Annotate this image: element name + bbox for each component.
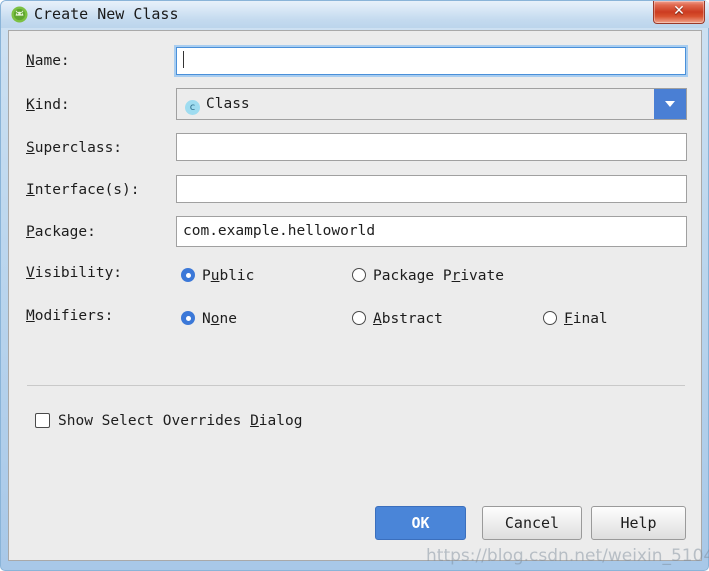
title-bar: Create New Class ✕ (1, 1, 709, 28)
cancel-button[interactable]: Cancel (482, 506, 582, 540)
package-input-value: com.example.helloworld (183, 223, 376, 239)
visibility-label-text: isibility: (34, 265, 123, 281)
radio-indicator-selected (181, 268, 195, 282)
chevron-down-glyph (665, 101, 675, 107)
superclass-label-text: uperclass: (34, 140, 123, 156)
name-label-text: ame: (34, 53, 70, 69)
modifiers-label: Modifiers: (26, 308, 113, 324)
superclass-label: Superclass: (26, 140, 122, 156)
dialog-content: Name: Kind: c Class Superclass: Interface… (8, 30, 702, 561)
text-caret (183, 51, 184, 68)
section-divider (27, 385, 685, 386)
radio-visibility-package-private[interactable]: Package Private (352, 265, 504, 284)
radio-modifier-abstract-label: Abstract (373, 311, 443, 327)
visibility-label: Visibility: (26, 265, 122, 281)
class-icon: c (185, 100, 200, 115)
chevron-down-icon[interactable] (654, 89, 686, 119)
radio-visibility-package-private-label: Package Private (373, 268, 504, 284)
checkbox-indicator (35, 413, 50, 428)
kind-combobox[interactable]: c Class (176, 88, 687, 120)
radio-indicator-selected (181, 311, 195, 325)
radio-visibility-public[interactable]: Public (181, 265, 254, 284)
radio-indicator-unselected (543, 311, 557, 325)
interfaces-label: Interface(s): (26, 182, 140, 198)
visibility-label-mnemonic: V (26, 265, 35, 281)
name-input[interactable] (176, 47, 686, 75)
close-button[interactable]: ✕ (653, 1, 705, 24)
radio-modifier-none[interactable]: None (181, 308, 237, 327)
modifiers-label-text: odifiers: (34, 308, 114, 324)
interfaces-input[interactable] (176, 175, 687, 203)
package-label: Package: (26, 224, 96, 240)
radio-modifier-none-label: None (202, 311, 237, 327)
show-select-overrides-label: Show Select Overrides Dialog (58, 413, 303, 429)
kind-combobox-value: Class (206, 96, 250, 112)
radio-modifier-abstract[interactable]: Abstract (352, 308, 443, 327)
name-label-mnemonic: N (26, 53, 35, 69)
superclass-input[interactable] (176, 133, 687, 161)
kind-combobox-value-wrap: c Class (185, 89, 250, 119)
package-input[interactable]: com.example.helloworld (176, 216, 687, 247)
close-icon: ✕ (673, 3, 685, 19)
kind-label: Kind: (26, 97, 70, 113)
name-label: Name: (26, 53, 70, 69)
radio-visibility-public-label: Public (202, 268, 255, 284)
kind-label-text: ind: (34, 97, 70, 113)
modifiers-label-mnemonic: M (26, 308, 35, 324)
ok-button[interactable]: OK (375, 506, 466, 540)
interfaces-label-text: nterface(s): (34, 182, 140, 198)
superclass-label-mnemonic: S (26, 140, 35, 156)
window-title: Create New Class (34, 5, 179, 23)
show-select-overrides-checkbox[interactable]: Show Select Overrides Dialog (35, 410, 302, 429)
radio-modifier-final[interactable]: Final (543, 308, 608, 327)
radio-indicator-unselected (352, 268, 366, 282)
dialog-window: Create New Class ✕ Name: Kind: c Class Su… (0, 0, 709, 571)
radio-modifier-final-label: Final (564, 311, 608, 327)
help-button[interactable]: Help (591, 506, 686, 540)
radio-indicator-unselected (352, 311, 366, 325)
package-label-mnemonic: P (26, 224, 35, 240)
android-studio-icon (11, 6, 28, 23)
package-label-text: ackage: (34, 224, 96, 240)
kind-label-mnemonic: K (26, 97, 35, 113)
interfaces-label-mnemonic: I (26, 182, 35, 198)
